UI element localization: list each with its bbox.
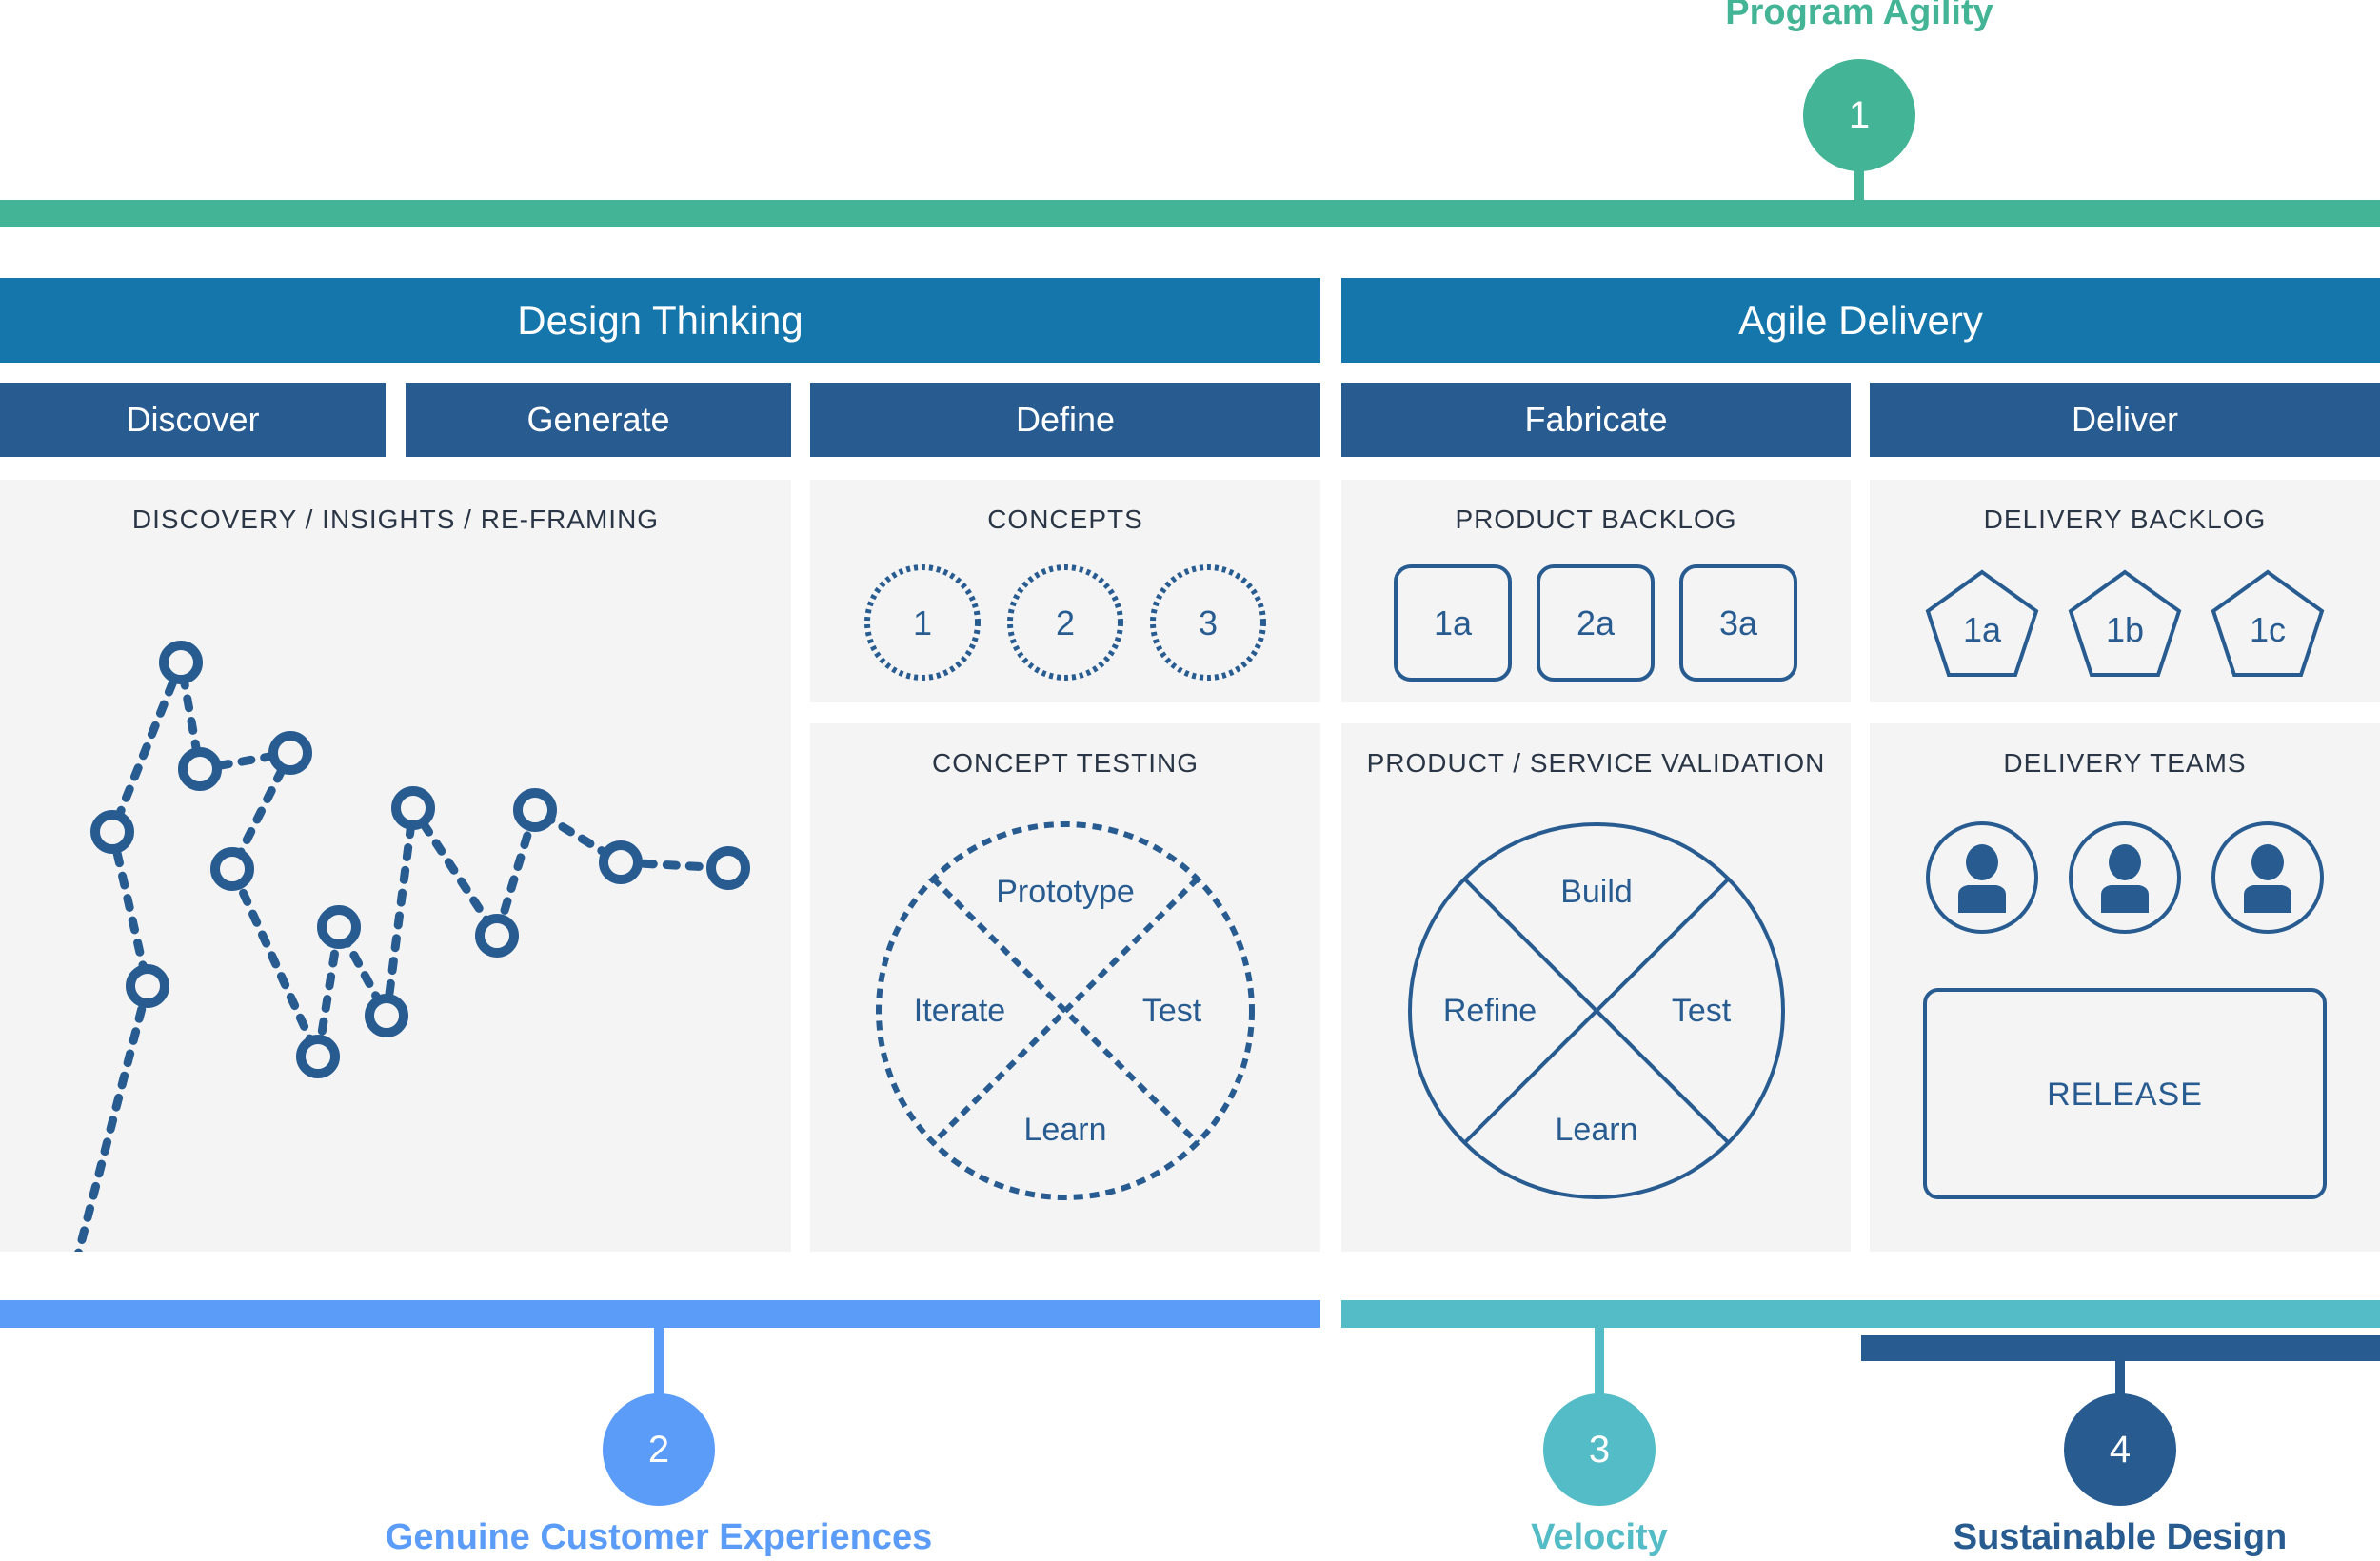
discovery-node (90, 810, 134, 854)
marker-1: 1 (1803, 59, 1915, 171)
person-icon-body (2101, 885, 2149, 913)
phase-deliver: Deliver (1870, 383, 2380, 457)
backlog-card-label: 2a (1577, 603, 1616, 642)
discovery-path-graphic (74, 641, 750, 1252)
marker-stem (1854, 169, 1864, 202)
marker-number: 4 (2109, 1428, 2132, 1471)
velocity-bar (1341, 1300, 2380, 1328)
marker-3: 3 (1543, 1393, 1656, 1506)
delivery-backlog-graphic: 1a 1b 1c (1925, 569, 2325, 677)
discovery-node (475, 914, 519, 958)
product-backlog-graphic: 1a 2a 3a (1394, 564, 1797, 682)
marker-stem (1595, 1328, 1604, 1394)
quadrant-iterate: Iterate (914, 993, 1005, 1029)
discovery-node (513, 788, 557, 832)
marker-number: 3 (1588, 1428, 1611, 1471)
header-design-thinking: Design Thinking (0, 278, 1320, 363)
marker-2: 2 (603, 1393, 715, 1506)
person-icon-head (2109, 844, 2141, 880)
discovery-dotted-path (74, 646, 733, 1252)
marker-stem (2115, 1361, 2125, 1394)
phase-label: Generate (526, 400, 670, 439)
concepts-graphic: 1 2 3 (864, 564, 1266, 681)
quadrant-test: Test (1142, 993, 1202, 1029)
concept-label: 3 (1199, 603, 1218, 642)
marker-number: 1 (1848, 93, 1871, 136)
phase-discover: Discover (0, 383, 386, 457)
discovery-node (178, 747, 222, 791)
backlog-card-label: 3a (1719, 603, 1758, 642)
discovery-node (268, 731, 312, 775)
person-icon-body (1958, 885, 2006, 913)
panel-delivery-teams: DELIVERY TEAMS RELEASE (1870, 723, 2380, 1252)
panel-product-validation: PRODUCT / SERVICE VALIDATION Build Refin… (1341, 723, 1851, 1252)
concept-testing-cycle: Prototype Iterate Test Learn (876, 821, 1255, 1200)
panel-concepts: CONCEPTS 1 2 3 (810, 480, 1320, 702)
sustainable-design-bar (1861, 1335, 2380, 1361)
pentagon-label: 1a (1963, 610, 2002, 649)
pentagon-label: 1c (2250, 610, 2286, 649)
discovery-node (706, 846, 750, 890)
discovery-node (159, 641, 203, 684)
phase-label: Discover (126, 400, 260, 439)
discovery-node (126, 964, 169, 1008)
quadrant-learn: Learn (1556, 1112, 1638, 1148)
header-agile-delivery: Agile Delivery (1341, 278, 2380, 363)
marker-label-program-agility: Program Agility (1725, 0, 1993, 32)
quadrant-test: Test (1672, 993, 1732, 1029)
header-label: Design Thinking (517, 297, 803, 343)
phase-label: Define (1015, 400, 1116, 439)
marker-label-sustainable-design: Sustainable Design (1953, 1517, 2288, 1557)
delivery-teams-graphic: RELEASE (1923, 821, 2327, 1199)
quadrant-prototype: Prototype (996, 874, 1135, 910)
header-label: Agile Delivery (1738, 297, 1983, 343)
phase-label: Deliver (2071, 400, 2179, 439)
discovery-node (317, 905, 361, 949)
panel-product-backlog: PRODUCT BACKLOG 1a 2a 3a (1341, 480, 1851, 702)
quadrant-build: Build (1560, 874, 1633, 910)
quadrant-learn: Learn (1024, 1112, 1107, 1148)
backlog-card-label: 1a (1434, 603, 1473, 642)
program-agility-bar (0, 200, 2380, 227)
discovery-node (391, 786, 435, 830)
team-avatar (1926, 821, 2038, 934)
marker-number: 2 (647, 1428, 670, 1471)
quadrant-refine: Refine (1443, 993, 1537, 1029)
customer-experience-bar (0, 1300, 1320, 1328)
concept-label: 1 (913, 603, 932, 642)
team-avatar (2069, 821, 2181, 934)
person-icon-head (2251, 844, 2284, 880)
marker-label-customer-experiences: Genuine Customer Experiences (385, 1517, 933, 1557)
phase-label: Fabricate (1524, 400, 1668, 439)
person-icon-head (1966, 844, 1998, 880)
concept-label: 2 (1056, 603, 1075, 642)
panel-concept-testing: CONCEPT TESTING Prototype Iterate Test L… (810, 723, 1320, 1252)
discovery-node (296, 1035, 340, 1078)
phase-generate: Generate (406, 383, 791, 457)
discovery-node (365, 994, 408, 1037)
pentagon-label: 1b (2106, 610, 2144, 649)
discovery-node (599, 840, 643, 884)
person-icon-body (2244, 885, 2291, 913)
phase-fabricate: Fabricate (1341, 383, 1851, 457)
phase-define: Define (810, 383, 1320, 457)
marker-label-velocity: Velocity (1531, 1517, 1668, 1557)
discovery-node (210, 847, 254, 891)
product-validation-cycle: Build Refine Test Learn (1408, 822, 1785, 1199)
team-avatar (2211, 821, 2324, 934)
marker-stem (654, 1328, 664, 1394)
release-label: RELEASE (2047, 1077, 2203, 1113)
panel-delivery-backlog: DELIVERY BACKLOG 1a 1b 1c (1870, 480, 2380, 702)
marker-4: 4 (2064, 1393, 2176, 1506)
panel-discovery: DISCOVERY / INSIGHTS / RE-FRAMING (0, 480, 791, 1252)
